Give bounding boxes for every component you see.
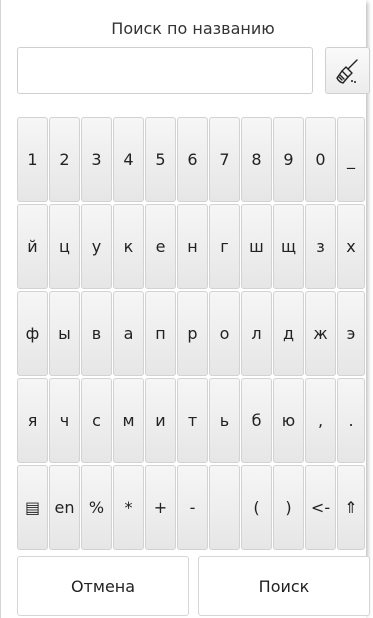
key-о[interactable]: о: [209, 291, 240, 376]
key-щ[interactable]: щ: [273, 204, 304, 289]
key-9[interactable]: 9: [273, 117, 304, 202]
key-8[interactable]: 8: [241, 117, 272, 202]
key-ш[interactable]: ш: [241, 204, 272, 289]
dialog-actions: Отмена Поиск: [17, 556, 370, 616]
on-screen-keyboard: 1 2 3 4 5 6 7 8 9 0 _ й ц у к е н г ш щ з х ф ы в а п р о л д ж э я ч с м и т ь…: [17, 117, 370, 552]
key-в[interactable]: в: [81, 291, 112, 376]
key-5[interactable]: 5: [145, 117, 176, 202]
broom-icon: [335, 58, 358, 84]
key-0[interactable]: 0: [305, 117, 336, 202]
key-с[interactable]: с: [81, 378, 112, 463]
key-ф[interactable]: ф: [17, 291, 48, 376]
key-plus[interactable]: +: [145, 465, 176, 550]
key-layout-menu[interactable]: ▤: [17, 465, 48, 550]
keyboard-row: фывапролджэ: [17, 291, 370, 377]
key-2[interactable]: 2: [49, 117, 80, 202]
key-й[interactable]: й: [17, 204, 48, 289]
key-а[interactable]: а: [113, 291, 144, 376]
key-т[interactable]: т: [177, 378, 208, 463]
key-е[interactable]: е: [145, 204, 176, 289]
search-dialog: Поиск по названию 1 2 3 4 5 6 7 8 9 0 _ й ц у к е н г ш щ з х…: [0, 0, 370, 618]
clear-button[interactable]: [325, 47, 370, 94]
key-ю[interactable]: ю: [273, 378, 304, 463]
key-г[interactable]: г: [209, 204, 240, 289]
keyboard-row: йцукенгшщзх: [17, 204, 370, 290]
key-period[interactable]: .: [337, 378, 365, 463]
key-comma[interactable]: ,: [305, 378, 336, 463]
key-underscore[interactable]: _: [337, 117, 365, 202]
key-н[interactable]: н: [177, 204, 208, 289]
keyboard-row: ▤ en% * + - () <- ⇑: [17, 465, 370, 551]
keyboard-row: ячсмитьбю,.: [17, 378, 370, 464]
key-ц[interactable]: ц: [49, 204, 80, 289]
key-п[interactable]: п: [145, 291, 176, 376]
key-к[interactable]: к: [113, 204, 144, 289]
dialog-title: Поиск по названию: [111, 19, 275, 38]
key-4[interactable]: 4: [113, 117, 144, 202]
key-paren-open[interactable]: (: [241, 465, 272, 550]
search-button[interactable]: Поиск: [198, 556, 370, 616]
key-6[interactable]: 6: [177, 117, 208, 202]
key-р[interactable]: р: [177, 291, 208, 376]
key-language-en[interactable]: en: [49, 465, 80, 550]
key-у[interactable]: у: [81, 204, 112, 289]
keyboard-row: 1 2 3 4 5 6 7 8 9 0 _: [17, 117, 370, 203]
key-asterisk[interactable]: *: [113, 465, 144, 550]
key-д[interactable]: д: [273, 291, 304, 376]
key-я[interactable]: я: [17, 378, 48, 463]
key-б[interactable]: б: [241, 378, 272, 463]
key-ч[interactable]: ч: [49, 378, 80, 463]
key-э[interactable]: э: [337, 291, 365, 376]
key-х[interactable]: х: [337, 204, 365, 289]
key-shift[interactable]: ⇑: [337, 465, 365, 550]
key-3[interactable]: 3: [81, 117, 112, 202]
key-paren-close[interactable]: ): [273, 465, 304, 550]
search-input[interactable]: [17, 47, 313, 94]
key-1[interactable]: 1: [17, 117, 48, 202]
key-ы[interactable]: ы: [49, 291, 80, 376]
key-space[interactable]: [209, 465, 240, 550]
key-ь[interactable]: ь: [209, 378, 240, 463]
key-л[interactable]: л: [241, 291, 272, 376]
key-и[interactable]: и: [145, 378, 176, 463]
key-з[interactable]: з: [305, 204, 336, 289]
cancel-button[interactable]: Отмена: [17, 556, 189, 616]
key-ж[interactable]: ж: [305, 291, 336, 376]
key-minus[interactable]: -: [177, 465, 208, 550]
key-7[interactable]: 7: [209, 117, 240, 202]
key-percent[interactable]: %: [81, 465, 112, 550]
key-м[interactable]: м: [113, 378, 144, 463]
key-backspace[interactable]: <-: [305, 465, 336, 550]
